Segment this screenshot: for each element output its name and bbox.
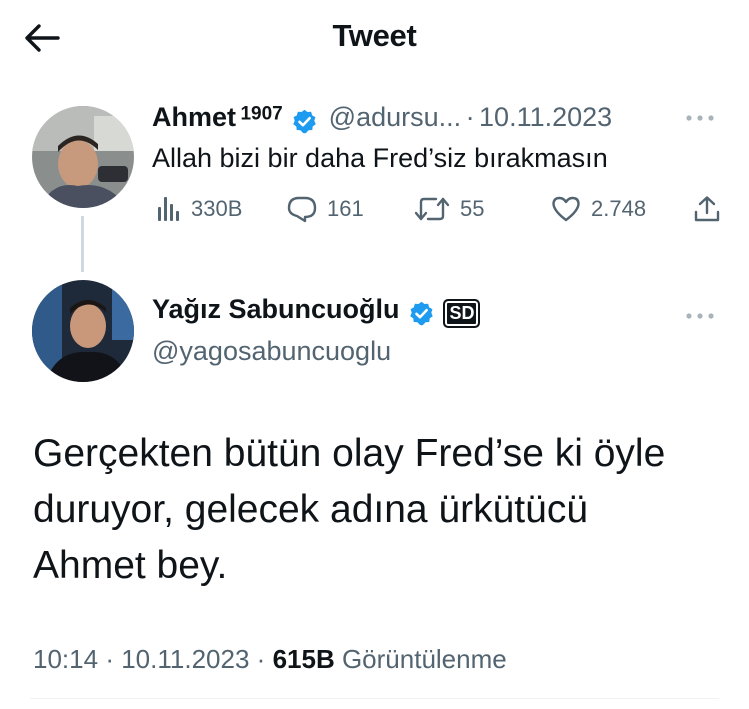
more-horizontal-icon [686, 115, 714, 121]
more-options-button[interactable] [684, 104, 716, 135]
tweet-date[interactable]: 10.11.2023 [479, 102, 612, 132]
author-name-superscript: 1907 [240, 103, 283, 125]
separator: · [465, 102, 475, 132]
heart-icon [552, 196, 580, 222]
tweet-text-line: duruyor, gelecek adına ürkütücü [33, 488, 589, 531]
views-count: 330B [191, 196, 243, 221]
views-count: 615B [272, 644, 335, 674]
divider [30, 698, 719, 699]
retweet-action[interactable]: 55 [414, 195, 484, 223]
author-handle[interactable]: @yagosabuncuoglu [152, 336, 391, 367]
reply-icon [287, 196, 317, 223]
views-label: Görüntülenme [341, 644, 507, 674]
parent-tweet-text: Allah bizi bir daha Fred’siz bırakmasın [152, 143, 608, 173]
author-name[interactable]: Yağız Sabuncuoğlu [152, 294, 400, 324]
tweet-meta: 10:14 · 10.11.2023 · 615B Görüntülenme [33, 644, 507, 675]
retweet-icon [414, 197, 450, 221]
affiliate-badge-label: SD [449, 303, 475, 324]
page-title: Tweet [332, 18, 417, 53]
share-icon [694, 196, 720, 222]
more-options-button[interactable] [684, 302, 716, 333]
parent-tweet-header: Ahmet 1907 @adursu... · 10.11.2023 [152, 102, 727, 142]
more-horizontal-icon [686, 313, 714, 319]
thread-connector [81, 216, 84, 272]
author-handle[interactable]: @adursu... [329, 102, 461, 132]
main-tweet-text: Gerçekten bütün olay Fred’se ki öyle dur… [33, 426, 665, 594]
verified-badge-icon [410, 301, 433, 326]
tweet-date[interactable]: 10.11.2023 [121, 644, 249, 674]
affiliate-badge[interactable]: SD [443, 299, 481, 329]
verified-badge-icon [293, 109, 316, 134]
like-action[interactable]: 2.748 [551, 195, 646, 223]
share-action[interactable] [693, 195, 721, 223]
reply-action[interactable]: 161 [287, 195, 364, 223]
author-name[interactable]: Ahmet [152, 102, 236, 132]
tweet-text-line: Gerçekten bütün olay Fred’se ki öyle [33, 432, 666, 475]
tweet-time[interactable]: 10:14 [33, 644, 98, 674]
analytics-icon [158, 197, 179, 221]
tweet-text-line: Ahmet bey. [33, 544, 228, 587]
separator: · [256, 644, 266, 674]
retweet-count: 55 [460, 196, 485, 221]
reply-count: 161 [327, 196, 364, 221]
avatar[interactable] [32, 280, 134, 382]
like-count: 2.748 [591, 196, 647, 221]
separator: · [105, 644, 114, 674]
main-tweet-author: Yağız Sabuncuoğlu SD [152, 294, 481, 329]
views-action[interactable]: 330B [157, 195, 242, 223]
avatar[interactable] [32, 106, 134, 208]
